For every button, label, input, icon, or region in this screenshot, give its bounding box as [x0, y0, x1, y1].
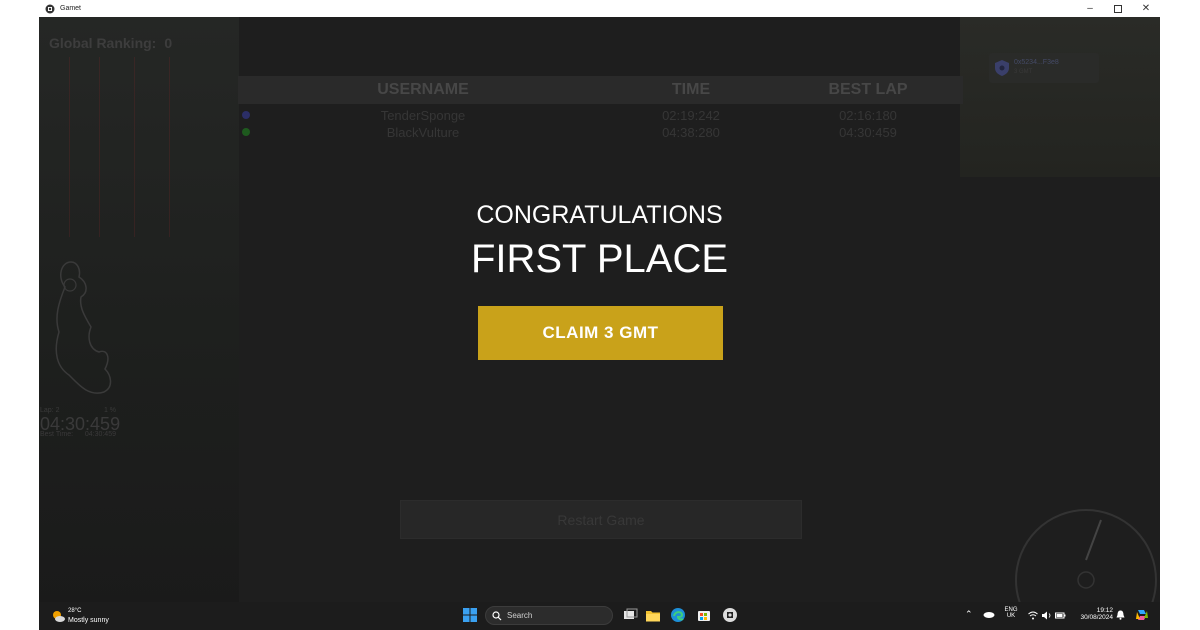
maximize-icon: [1114, 4, 1122, 13]
claim-reward-button[interactable]: CLAIM 3 GMT: [478, 306, 723, 360]
chevron-up-icon[interactable]: ⌃: [965, 609, 973, 620]
window-title: Gamet: [60, 5, 82, 12]
finish-place-text: FIRST PLACE: [470, 237, 729, 281]
battery-icon[interactable]: [1055, 611, 1066, 620]
player-color-dot: [242, 128, 250, 136]
sun-cloud-icon: [53, 611, 65, 622]
row-username: BlackVulture: [386, 125, 460, 140]
task-view-icon[interactable]: [622, 607, 638, 623]
edge-icon[interactable]: [670, 607, 686, 623]
wallet-address: 0x5234...F3e8: [1014, 59, 1059, 66]
restart-game-button[interactable]: Restart Game: [400, 500, 802, 539]
leaderboard-header: USERNAME TIME BEST LAP: [238, 76, 963, 104]
congratulations-text: CONGRATULATIONS: [476, 201, 723, 229]
minimize-button[interactable]: –: [1076, 0, 1104, 17]
file-explorer-icon[interactable]: [645, 607, 661, 623]
clock-time: 19:12: [1096, 607, 1113, 614]
copilot-icon[interactable]: [1135, 608, 1149, 622]
system-clock[interactable]: 19:12 30/08/2024: [1073, 607, 1113, 621]
gamet-app-icon: [45, 4, 55, 13]
global-ranking-label: Global Ranking:: [49, 35, 157, 51]
best-time-value: 04:30:459: [84, 431, 116, 438]
windows-taskbar: 28°C Mostly sunny Search ⌃ ENG UK 19:12 …: [39, 602, 1160, 630]
clock-date: 30/08/2024: [1080, 614, 1113, 621]
best-time-label: Best Time:: [40, 431, 74, 438]
row-username: TenderSponge: [380, 108, 466, 123]
row-time: 02:19:242: [662, 108, 720, 123]
global-ranking: Global Ranking: 0: [49, 35, 172, 51]
store-icon[interactable]: [696, 607, 712, 623]
notification-bell-icon[interactable]: [1116, 610, 1125, 620]
global-ranking-value: 0: [164, 35, 173, 51]
player-badge[interactable]: 0x5234...F3e8 3 GMT: [989, 53, 1099, 83]
row-best-lap: 02:16:180: [839, 108, 897, 123]
track-minimap: [55, 261, 112, 394]
game-viewport[interactable]: Global Ranking: 0 0x5234...F3e8 3 GMT USE…: [39, 17, 1160, 602]
row-time: 04:38:280: [662, 125, 720, 140]
weather-temperature: 28°C: [68, 608, 82, 614]
lap-percent: 1 %: [103, 407, 116, 414]
wallet-balance: 3 GMT: [1014, 69, 1033, 75]
speedometer-gauge: [1015, 509, 1157, 602]
language-indicator[interactable]: ENG UK: [1002, 607, 1020, 619]
weather-widget[interactable]: 28°C Mostly sunny: [49, 606, 139, 628]
column-time: TIME: [671, 81, 711, 98]
keyboard-layout: UK: [1006, 613, 1016, 619]
leaderboard-row: TenderSponge 02:19:242 02:16:180: [238, 108, 963, 123]
start-icon[interactable]: [463, 608, 477, 622]
title-bar: Gamet – ✕: [39, 0, 1160, 17]
lap-number: Lap: 2: [40, 407, 60, 414]
search-placeholder: Search: [507, 611, 533, 620]
row-best-lap: 04:30:459: [839, 125, 897, 140]
speaker-icon[interactable]: [1042, 611, 1052, 620]
close-button[interactable]: ✕: [1132, 0, 1160, 17]
shield-icon: [995, 60, 1009, 76]
taskbar-search-box[interactable]: Search: [485, 606, 613, 625]
search-icon: [492, 611, 502, 621]
wifi-icon[interactable]: [1028, 611, 1038, 620]
weather-description: Mostly sunny: [68, 617, 109, 624]
app-window: Gamet – ✕ Global Ranking: 0 0x5234...F3e8…: [39, 0, 1160, 630]
onedrive-icon[interactable]: [983, 610, 995, 618]
column-best-lap: BEST LAP: [828, 81, 908, 98]
scene-background-right: [960, 17, 1160, 177]
leaderboard-row: BlackVulture 04:38:280 04:30:459: [238, 125, 963, 140]
player-color-dot: [242, 111, 250, 119]
gamet-icon[interactable]: [722, 607, 738, 623]
maximize-button[interactable]: [1104, 0, 1132, 17]
column-username: USERNAME: [377, 81, 469, 98]
